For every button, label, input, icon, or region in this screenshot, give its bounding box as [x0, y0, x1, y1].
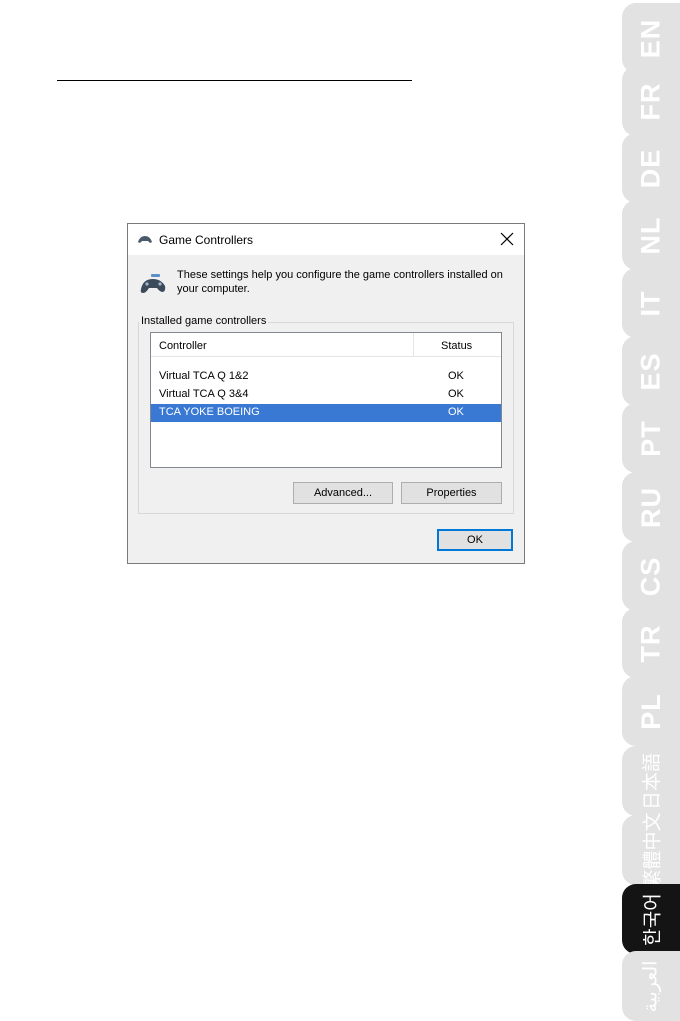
language-tab-tr[interactable]: TR — [622, 608, 680, 678]
controller-row[interactable]: Virtual TCA Q 1&2 OK — [151, 368, 501, 386]
language-tabs: EN FR DE NL IT ES PT RU CS TR PL 日本語 繁體中… — [622, 0, 680, 1021]
language-tab-label: 繁體中文 — [642, 811, 664, 889]
column-header-status[interactable]: Status — [441, 340, 472, 352]
controller-name: Virtual TCA Q 3&4 — [159, 388, 249, 400]
advanced-button[interactable]: Advanced... — [293, 482, 393, 504]
language-tab-label: PT — [635, 419, 666, 457]
controller-row[interactable]: Virtual TCA Q 3&4 OK — [151, 386, 501, 404]
intro-text: These settings help you configure the ga… — [177, 269, 503, 295]
language-tab-label: FR — [635, 82, 666, 120]
language-tab-ar[interactable]: العربية — [622, 951, 680, 1021]
language-tab-nl[interactable]: NL — [622, 200, 680, 270]
language-tab-de[interactable]: DE — [622, 133, 680, 203]
language-tab-label: ES — [635, 351, 666, 391]
language-tab-ja[interactable]: 日本語 — [622, 746, 680, 816]
language-tab-label: EN — [635, 18, 666, 58]
dialog-title: Game Controllers — [159, 233, 254, 247]
game-controllers-dialog: Game Controllers These settings help you… — [127, 223, 525, 564]
list-header: Controller Status — [151, 333, 501, 357]
language-tab-label: NL — [635, 216, 666, 254]
ok-button[interactable]: OK — [437, 529, 513, 551]
language-tab-pt[interactable]: PT — [622, 403, 680, 473]
language-tab-ru[interactable]: RU — [622, 472, 680, 542]
language-tab-label: العربية — [640, 960, 662, 1012]
language-tab-it[interactable]: IT — [622, 268, 680, 338]
controller-name: TCA YOKE BOEING — [159, 406, 260, 418]
controller-status: OK — [448, 406, 464, 418]
language-tab-label: DE — [635, 148, 666, 188]
language-tab-label: CS — [635, 556, 666, 596]
language-tab-es[interactable]: ES — [622, 336, 680, 406]
controller-list[interactable]: Controller Status Virtual TCA Q 1&2 OK V… — [150, 332, 502, 468]
controller-status: OK — [448, 370, 464, 382]
controller-name: Virtual TCA Q 1&2 — [159, 370, 249, 382]
language-tab-label: 日本語 — [642, 752, 664, 810]
column-header-controller[interactable]: Controller — [159, 340, 207, 352]
language-tab-label: IT — [635, 290, 666, 316]
controller-row-selected[interactable]: TCA YOKE BOEING OK — [151, 404, 501, 422]
language-tab-label: 한국어 — [642, 892, 664, 946]
language-tab-label: PL — [635, 692, 666, 730]
language-tab-label: RU — [635, 486, 666, 528]
close-icon[interactable] — [498, 230, 516, 248]
language-tab-label: TR — [635, 624, 666, 662]
controller-status: OK — [448, 388, 464, 400]
game-controller-icon — [140, 274, 166, 293]
properties-button[interactable]: Properties — [401, 482, 502, 504]
language-tab-en[interactable]: EN — [622, 3, 680, 73]
language-tab-pl[interactable]: PL — [622, 676, 680, 746]
language-tab-ko[interactable]: 한국어 — [622, 884, 680, 954]
gamepad-icon — [138, 236, 152, 243]
heading-underline — [57, 80, 412, 81]
group-label: Installed game controllers — [139, 315, 269, 327]
language-tab-fr[interactable]: FR — [622, 66, 680, 136]
language-tab-zh[interactable]: 繁體中文 — [622, 811, 680, 889]
language-tab-cs[interactable]: CS — [622, 541, 680, 611]
title-bar: Game Controllers — [128, 224, 524, 255]
column-divider[interactable] — [413, 333, 414, 357]
